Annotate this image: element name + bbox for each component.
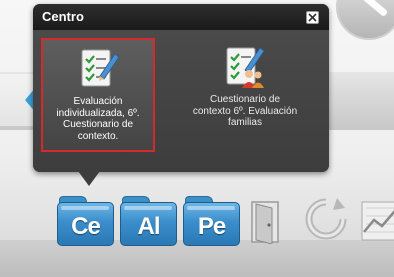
folder-icon: Pe <box>183 202 240 246</box>
dock-centro-folder[interactable]: Ce <box>57 196 114 246</box>
folder-label: Al <box>137 213 161 240</box>
refresh-icon[interactable] <box>303 196 349 242</box>
option-label: Evaluación individualizada, 6º. Cuestion… <box>56 96 140 142</box>
line-chart-icon[interactable] <box>360 198 394 242</box>
logo-mark <box>357 0 389 18</box>
option-cuestionario-familias[interactable]: Cuestionario de contexto 6º. Evaluación … <box>190 38 300 152</box>
option-evaluacion-individualizada[interactable]: Evaluación individualizada, 6º. Cuestion… <box>41 38 155 152</box>
popup-header: Centro <box>33 4 329 30</box>
folder-label: Ce <box>71 213 101 240</box>
door-exit-icon[interactable] <box>250 200 282 244</box>
close-icon <box>308 13 317 22</box>
dock-alumnos-folder[interactable]: Al <box>120 196 177 246</box>
checklist-pencil-icon <box>81 49 120 87</box>
dock-personal-folder[interactable]: Pe <box>183 196 240 246</box>
option-label: Cuestionario de contexto 6º. Evaluación … <box>192 94 298 128</box>
checklist-family-icon <box>226 47 265 88</box>
popup-title: Centro <box>42 9 84 24</box>
folder-icon: Ce <box>57 202 114 246</box>
close-button[interactable] <box>306 11 319 24</box>
folder-icon: Al <box>120 202 177 246</box>
app-logo <box>336 0 394 40</box>
popup-pointer <box>78 171 100 186</box>
folder-label: Pe <box>197 213 226 240</box>
